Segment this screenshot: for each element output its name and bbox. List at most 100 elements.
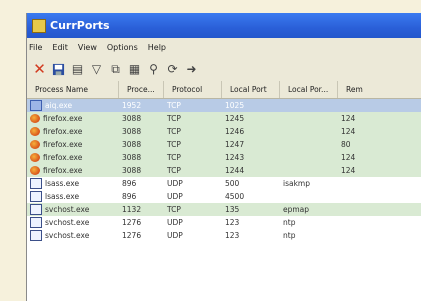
process-window-icon (30, 178, 42, 189)
menu-edit[interactable]: Edit (52, 43, 68, 52)
table-row[interactable]: svchost.exe 1276 UDP 123 ntp (27, 229, 421, 242)
cell-process-name-text: firefox.exe (43, 153, 83, 162)
filter-button[interactable]: ▽ (88, 61, 105, 78)
cell-local-port-text: 1245 (225, 114, 245, 123)
table-row[interactable]: svchost.exe 1132 TCP 135 epmap (27, 203, 421, 216)
cell-remote (338, 229, 421, 242)
properties-button[interactable]: ▤ (69, 61, 86, 78)
cell-process-name-text: firefox.exe (43, 140, 83, 149)
cell-remote-text: 80 (341, 140, 351, 149)
cell-protocol: TCP (164, 112, 222, 125)
table-row[interactable]: firefox.exe 3088 TCP 1243 124 (27, 151, 421, 164)
refresh-button[interactable]: ⟳ (164, 61, 181, 78)
cell-local-port-text: 500 (225, 179, 240, 188)
cell-process-name: firefox.exe (27, 151, 119, 164)
cell-remote: 80 (338, 138, 421, 151)
cell-protocol-text: TCP (167, 140, 181, 149)
cell-process-name-text: lsass.exe (45, 192, 80, 201)
column-protocol[interactable]: Protocol (164, 81, 222, 98)
cell-process-id-text: 1276 (122, 218, 142, 227)
cell-protocol-text: UDP (167, 179, 183, 188)
menu-file[interactable]: File (29, 43, 42, 52)
cell-local-port: 1247 (222, 138, 280, 151)
cell-local-port: 135 (222, 203, 280, 216)
cell-local-port-name: isakmp (280, 177, 338, 190)
close-connections-button[interactable]: ✕ (31, 60, 48, 78)
cell-process-id-text: 3088 (122, 153, 142, 162)
cell-process-id-text: 3088 (122, 166, 142, 175)
menu-help[interactable]: Help (148, 43, 166, 52)
cell-remote-text: 124 (341, 114, 356, 123)
cell-remote: 124 (338, 164, 421, 177)
table-row[interactable]: firefox.exe 3088 TCP 1245 124 (27, 112, 421, 125)
firefox-icon (30, 114, 40, 123)
process-window-icon (30, 230, 42, 241)
table-row[interactable]: lsass.exe 896 UDP 4500 (27, 190, 421, 203)
cell-local-port: 123 (222, 216, 280, 229)
cell-local-port: 1244 (222, 164, 280, 177)
filter-icon: ▽ (91, 62, 102, 76)
firefox-icon (30, 127, 40, 136)
table-row[interactable]: svchost.exe 1276 UDP 123 ntp (27, 216, 421, 229)
table-row[interactable]: aiq.exe 1952 TCP 1025 (27, 99, 421, 112)
table-row[interactable]: firefox.exe 3088 TCP 1246 124 (27, 125, 421, 138)
cell-process-name: firefox.exe (27, 125, 119, 138)
cell-local-port-name-text: isakmp (283, 179, 310, 188)
cell-process-id: 1132 (119, 203, 164, 216)
cell-process-name: firefox.exe (27, 138, 119, 151)
cell-local-port-name-text: ntp (283, 231, 296, 240)
process-window-icon (30, 100, 42, 111)
cell-local-port-text: 4500 (225, 192, 245, 201)
cell-process-id: 3088 (119, 125, 164, 138)
cell-remote: 124 (338, 125, 421, 138)
window-title: CurrPorts (50, 19, 110, 32)
cell-local-port: 4500 (222, 190, 280, 203)
cell-remote (338, 190, 421, 203)
close-icon: ✕ (33, 60, 46, 78)
cell-remote-text: 124 (341, 153, 356, 162)
process-window-icon (30, 204, 42, 215)
cell-process-name-text: svchost.exe (45, 231, 90, 240)
app-icon (32, 18, 46, 33)
cell-remote: 124 (338, 112, 421, 125)
menu-options[interactable]: Options (107, 43, 138, 52)
connections-list[interactable]: Process Name Proce... Protocol Local Por… (27, 81, 421, 301)
menu-view[interactable]: View (78, 43, 97, 52)
cell-local-port: 500 (222, 177, 280, 190)
cell-remote (338, 99, 421, 112)
exit-button[interactable]: ➜ (183, 61, 200, 78)
cell-protocol: UDP (164, 190, 222, 203)
copy-button[interactable]: ⧉ (107, 61, 124, 78)
table-row[interactable]: lsass.exe 896 UDP 500 isakmp (27, 177, 421, 190)
cell-local-port-text: 123 (225, 218, 240, 227)
cell-protocol: UDP (164, 216, 222, 229)
column-process-name[interactable]: Process Name (27, 81, 119, 98)
html-report-icon: ▦ (128, 62, 141, 76)
column-process-id[interactable]: Proce... (119, 81, 164, 98)
column-remote[interactable]: Rem (338, 81, 421, 98)
save-button[interactable] (50, 61, 67, 78)
firefox-icon (30, 153, 40, 162)
cell-protocol-text: TCP (167, 166, 181, 175)
cell-protocol: TCP (164, 125, 222, 138)
cell-protocol: TCP (164, 164, 222, 177)
cell-local-port-name (280, 151, 338, 164)
process-window-icon (30, 191, 42, 202)
cell-process-id: 3088 (119, 151, 164, 164)
cell-protocol-text: UDP (167, 192, 183, 201)
html-report-button[interactable]: ▦ (126, 61, 143, 78)
cell-process-id-text: 3088 (122, 114, 142, 123)
title-bar: CurrPorts (27, 13, 421, 38)
exit-icon: ➜ (186, 62, 197, 76)
column-local-port[interactable]: Local Port (222, 81, 280, 98)
column-local-port-name[interactable]: Local Por... (280, 81, 338, 98)
table-row[interactable]: firefox.exe 3088 TCP 1244 124 (27, 164, 421, 177)
find-button[interactable]: ⚲ (145, 61, 162, 78)
table-row[interactable]: firefox.exe 3088 TCP 1247 80 (27, 138, 421, 151)
cell-protocol: UDP (164, 177, 222, 190)
screenshot-frame: CurrPorts File Edit View Options Help ✕ … (0, 0, 421, 301)
cell-remote: 124 (338, 151, 421, 164)
cell-local-port-name (280, 138, 338, 151)
cell-local-port-name-text: ntp (283, 218, 296, 227)
cell-process-name-text: lsass.exe (45, 179, 80, 188)
